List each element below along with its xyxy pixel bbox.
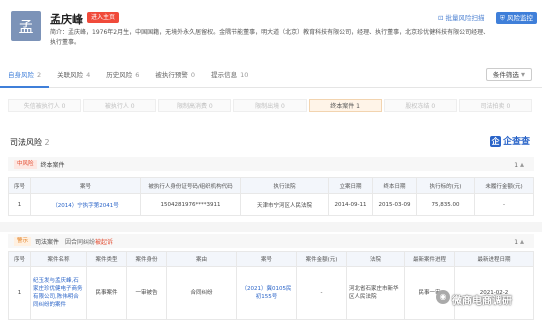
col-header: 案件名称 <box>30 251 87 267</box>
col-header: 未履行金额(元) <box>474 177 534 194</box>
table-header-row: 序号 案件名称 案件类型 案件身份 案由 案号 案件金额(元) 法院 最新案件进… <box>8 251 534 267</box>
tab-self-risk[interactable]: 自身风险 2 <box>0 62 50 88</box>
subtab-judicial-auction[interactable]: 司法拍卖 0 <box>458 99 532 112</box>
risk-level-badge: 警示 <box>14 236 32 246</box>
case-number-link[interactable]: （2021）冀0105民初155号 <box>242 286 292 300</box>
group-header-terminated[interactable]: 中风险 终本案件 1 ▴ <box>8 157 534 171</box>
wechat-icon: ◉ <box>436 290 450 304</box>
person-bio: 简介：孟庆峰，1976年2月生，中国国籍，无境外永久居留权。金隅节能董事，明大道… <box>50 29 490 46</box>
risk-subtabs: 失信被执行人 0 被执行人 0 限制高消费 0 限制出境 0 终本案件 1 股权… <box>8 99 534 112</box>
case-name-link[interactable]: 纪玉发与孟庆峰,石家庄珍优健电子商务有限公司,陈伟明合同纠纷的案件 <box>33 278 83 308</box>
col-header: 案件身份 <box>126 251 167 267</box>
table-header-row: 序号 案号 被执行人身份证号码/组织机构代码 执行法院 立案日期 终本日期 执行… <box>8 177 534 194</box>
avatar: 孟 <box>11 11 41 41</box>
col-header: 序号 <box>8 177 31 194</box>
tab-notice[interactable]: 提示信息 10 <box>203 62 256 88</box>
group-header-judicial[interactable]: 警示 司法案件 因合同纠纷被起诉 1 ▴ <box>8 234 534 248</box>
group-count: 1 ▴ <box>514 159 524 169</box>
watermark-text: 微商电商调研 <box>452 296 512 307</box>
col-header: 执行法院 <box>240 177 329 194</box>
chevron-down-icon: ▾ <box>520 70 525 79</box>
col-header: 案由 <box>166 251 237 267</box>
risk-tabs: 自身风险 2 关联风险 4 历史风险 6 被执行预警 0 提示信息 10 <box>0 62 542 88</box>
tab-execution-warning[interactable]: 被执行预警 0 <box>147 62 203 88</box>
col-header: 终本日期 <box>372 177 417 194</box>
section-title: 司法风险 2 <box>10 138 50 147</box>
brand-logo: 企企查查 <box>489 136 530 147</box>
col-header: 最新进程日期 <box>454 251 534 267</box>
subtab-consumption-limit[interactable]: 限制高消费 0 <box>158 99 232 112</box>
chevron-up-icon[interactable]: ▴ <box>520 160 524 169</box>
group-title: 终本案件 <box>40 161 65 169</box>
section-divider <box>0 222 542 232</box>
person-name: 孟庆峰 <box>50 13 83 26</box>
col-header: 案件类型 <box>86 251 127 267</box>
batch-risk-scan-button[interactable]: ⊡ 批量风险扫描 <box>434 13 489 24</box>
shield-icon: ⛨ <box>500 14 507 22</box>
col-header: 立案日期 <box>328 177 373 194</box>
risk-monitor-button[interactable]: ⛨ 风险监控 <box>496 12 537 24</box>
subtab-terminated-cases[interactable]: 终本案件 1 <box>308 99 382 112</box>
col-header: 法院 <box>346 251 405 267</box>
col-header: 执行标的(元) <box>416 177 475 194</box>
col-header: 被执行人身份证号码/组织机构代码 <box>140 177 241 194</box>
table-row: 1 （2014）宁执字第2041号 1504281976****3911 天津市… <box>8 193 534 216</box>
risk-level-badge: 中风险 <box>14 159 37 169</box>
case-number-link[interactable]: （2014）宁执字第2041号 <box>52 203 119 209</box>
tab-history-risk[interactable]: 历史风险 6 <box>98 62 147 88</box>
scan-icon: ⊡ <box>438 14 446 22</box>
group-title: 司法案件 <box>35 238 60 246</box>
group-summary: 因合同纠纷被起诉 <box>65 238 114 246</box>
terminated-cases-table: 序号 案号 被执行人身份证号码/组织机构代码 执行法院 立案日期 终本日期 执行… <box>8 177 534 216</box>
judicial-cases-table: 序号 案件名称 案件类型 案件身份 案由 案号 案件金额(元) 法院 最新案件进… <box>8 251 534 320</box>
homepage-badge[interactable]: 进入主页 <box>87 12 120 23</box>
filter-button[interactable]: 条件筛选 ▾ <box>485 68 532 81</box>
tab-related-risk[interactable]: 关联风险 4 <box>49 62 98 88</box>
col-header: 案件金额(元) <box>296 251 347 267</box>
qcc-logo-icon: 企 <box>489 136 501 147</box>
subtab-executed[interactable]: 被执行人 0 <box>83 99 157 112</box>
subtab-dishonest[interactable]: 失信被执行人 0 <box>8 99 82 112</box>
subtab-equity-freeze[interactable]: 股权冻结 0 <box>383 99 457 112</box>
subtab-exit-limit[interactable]: 限制出境 0 <box>233 99 307 112</box>
col-header: 案号 <box>236 251 297 267</box>
col-header: 案号 <box>30 177 141 194</box>
person-header: 孟 孟庆峰 进入主页 简介：孟庆峰，1976年2月生，中国国籍，无境外永久居留权… <box>0 0 542 62</box>
group-count: 1 ▴ <box>514 236 524 246</box>
col-header: 序号 <box>8 251 31 267</box>
chevron-up-icon[interactable]: ▴ <box>520 237 524 246</box>
col-header: 最新案件进程 <box>404 251 455 267</box>
